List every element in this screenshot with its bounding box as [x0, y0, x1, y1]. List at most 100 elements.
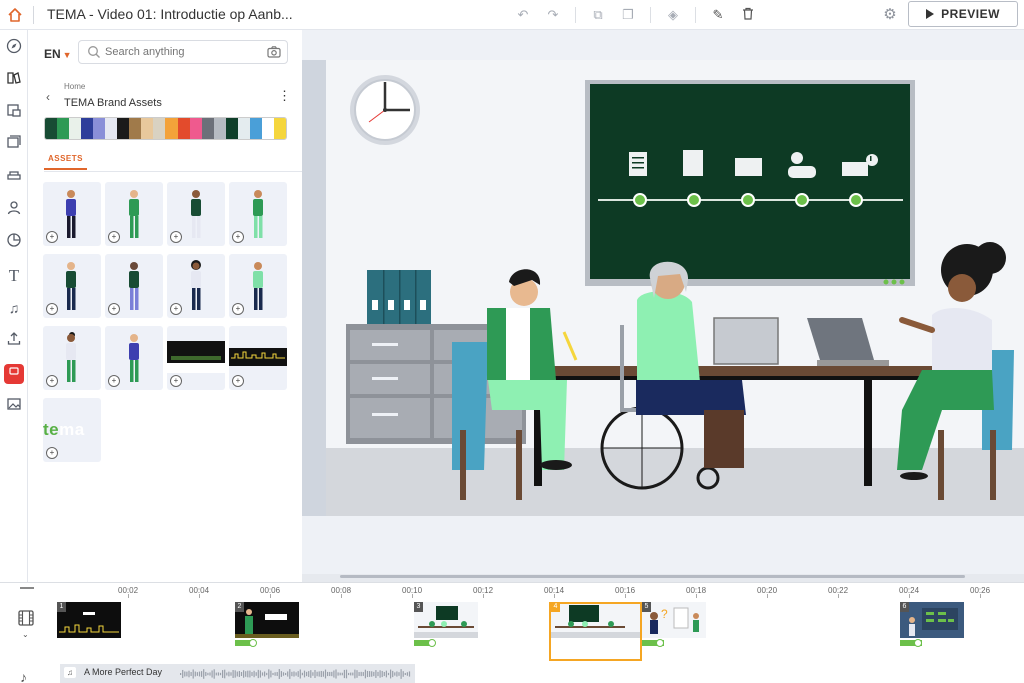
zoom-icon[interactable]: + [108, 303, 120, 315]
color-swatch[interactable] [261, 118, 274, 139]
color-swatch[interactable] [165, 118, 178, 139]
waveform-bar [186, 671, 188, 677]
asset-tile[interactable]: + [105, 254, 163, 318]
brand-assets-icon[interactable] [4, 70, 24, 90]
transition-handle[interactable] [656, 639, 664, 647]
asset-tile[interactable]: + [105, 326, 163, 390]
home-icon[interactable] [6, 6, 24, 24]
scenes-icon[interactable] [4, 102, 24, 122]
text-icon[interactable]: T [4, 266, 24, 286]
language-selector[interactable]: EN ▼ [44, 47, 72, 61]
color-swatch[interactable] [69, 118, 82, 139]
asset-tile[interactable]: + [105, 182, 163, 246]
undo-icon[interactable]: ↶ [515, 7, 531, 23]
zoom-icon[interactable]: + [170, 375, 182, 387]
resize-handle[interactable] [20, 587, 34, 589]
zoom-icon[interactable]: + [46, 375, 58, 387]
magic-icon[interactable]: ✎ [710, 7, 726, 23]
waveform-bar [375, 670, 377, 678]
compass-icon[interactable] [4, 38, 24, 58]
zoom-icon[interactable]: + [46, 447, 58, 459]
layers-icon[interactable]: ◈ [665, 7, 681, 23]
color-swatch[interactable] [177, 118, 190, 139]
audio-clip[interactable]: ♫ A More Perfect Day [60, 664, 415, 683]
asset-tile[interactable]: + [229, 254, 287, 318]
image-icon[interactable] [4, 396, 24, 416]
asset-tile[interactable]: + [167, 182, 225, 246]
color-swatch[interactable] [237, 118, 250, 139]
waveform-bar [371, 671, 373, 677]
color-swatch[interactable] [93, 118, 106, 139]
color-swatch[interactable] [273, 118, 286, 139]
asset-tile[interactable]: + [43, 182, 101, 246]
color-swatch[interactable] [153, 118, 166, 139]
color-swatch[interactable] [225, 118, 238, 139]
document-title[interactable]: TEMA - Video 01: Introductie op Aanb... [47, 6, 293, 22]
scene-clip[interactable]: ? 5 [642, 602, 706, 638]
copy-icon[interactable]: ⧉ [590, 7, 606, 23]
color-swatch[interactable] [189, 118, 202, 139]
chevron-down-icon[interactable]: ⌄ [22, 630, 29, 639]
characters-icon[interactable] [4, 200, 24, 220]
back-icon[interactable]: ‹ [46, 90, 50, 104]
duplicate-icon[interactable]: ❐ [620, 7, 636, 23]
time-ruler[interactable]: 00:02 00:04 00:06 00:08 00:10 00:12 00:14 00:16… [58, 583, 1024, 599]
color-swatch[interactable] [249, 118, 262, 139]
asset-tile[interactable]: + [167, 254, 225, 318]
color-swatch[interactable] [81, 118, 94, 139]
zoom-icon[interactable]: + [170, 231, 182, 243]
record-icon[interactable] [4, 364, 24, 384]
color-swatch[interactable] [213, 118, 226, 139]
tab-assets[interactable]: ASSETS [44, 154, 87, 170]
transition-handle[interactable] [428, 639, 436, 647]
zoom-icon[interactable]: + [170, 303, 182, 315]
scene-canvas[interactable] [302, 30, 1024, 575]
asset-tile[interactable]: tema + [43, 398, 101, 462]
zoom-icon[interactable]: + [108, 375, 120, 387]
color-swatch[interactable] [201, 118, 214, 139]
charts-icon[interactable] [4, 232, 24, 252]
more-options-icon[interactable]: ⋮ [278, 88, 291, 104]
asset-tile[interactable]: + [43, 326, 101, 390]
scene-clip[interactable]: 1 [57, 602, 121, 638]
color-swatch[interactable] [105, 118, 118, 139]
color-swatch[interactable] [129, 118, 142, 139]
scene-clip[interactable]: 3 [414, 602, 478, 638]
breadcrumb-home[interactable]: Home [64, 82, 85, 91]
zoom-icon[interactable]: + [232, 231, 244, 243]
zoom-icon[interactable]: + [46, 303, 58, 315]
asset-tile[interactable]: + [167, 326, 225, 390]
scene-clip[interactable]: 6 [900, 602, 964, 638]
asset-tile[interactable]: + [229, 326, 287, 390]
zoom-icon[interactable]: + [232, 303, 244, 315]
redo-icon[interactable]: ↷ [545, 7, 561, 23]
color-swatch[interactable] [141, 118, 154, 139]
color-swatch[interactable] [57, 118, 70, 139]
gear-icon[interactable]: ⚙ [881, 6, 899, 24]
waveform-bar [364, 669, 366, 679]
waveform-bar [331, 671, 333, 677]
ruler-tick [909, 594, 910, 598]
upload-icon[interactable] [4, 330, 24, 350]
camera-icon[interactable] [267, 45, 281, 59]
preview-button[interactable]: PREVIEW [908, 1, 1018, 27]
search-input[interactable] [105, 43, 255, 61]
zoom-icon[interactable]: + [232, 375, 244, 387]
zoom-icon[interactable]: + [108, 231, 120, 243]
zoom-icon[interactable]: + [46, 231, 58, 243]
templates-icon[interactable] [4, 134, 24, 154]
asset-tile[interactable]: + [229, 182, 287, 246]
scene-clip[interactable]: 2 [235, 602, 299, 638]
color-swatch[interactable] [117, 118, 130, 139]
waveform-bar [352, 672, 354, 676]
waveform-bar [301, 672, 303, 676]
trash-icon[interactable] [740, 7, 756, 23]
props-icon[interactable] [4, 166, 24, 186]
color-swatch[interactable] [45, 118, 58, 139]
horizontal-scrollbar[interactable] [340, 575, 965, 578]
transition-handle[interactable] [914, 639, 922, 647]
film-icon[interactable] [17, 609, 35, 627]
transition-handle[interactable] [249, 639, 257, 647]
asset-tile[interactable]: + [43, 254, 101, 318]
music-note-icon[interactable]: ♫ [4, 298, 24, 318]
